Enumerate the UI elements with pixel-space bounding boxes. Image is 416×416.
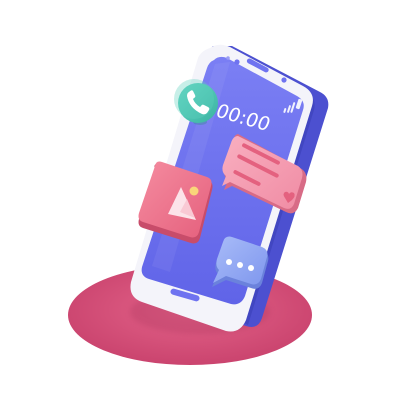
- illustration-stage: 00:00: [0, 0, 416, 416]
- mobile-phone-illustration: 00:00: [68, 44, 329, 365]
